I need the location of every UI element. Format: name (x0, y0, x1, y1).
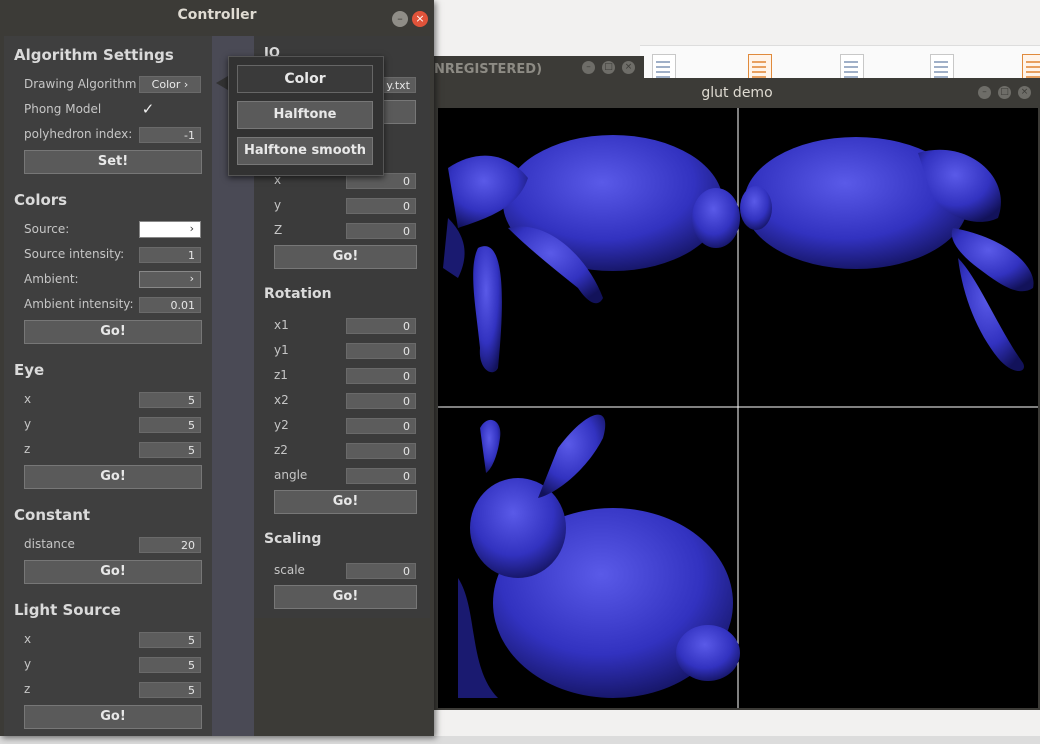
bunny-model-top-right (740, 137, 1034, 372)
colors-heading: Colors (14, 191, 68, 209)
light-y-input[interactable]: 5 (139, 657, 201, 673)
maximize-icon[interactable]: □ (998, 86, 1011, 99)
eye-heading: Eye (14, 361, 45, 379)
set-button[interactable]: Set! (24, 150, 202, 174)
chevron-right-icon: › (189, 272, 194, 285)
eye-z-label: z (24, 442, 31, 456)
rotation-y2-input[interactable]: 0 (346, 418, 416, 434)
close-icon[interactable]: × (412, 11, 428, 27)
option-color[interactable]: Color (237, 65, 373, 93)
rotation-z1-input[interactable]: 0 (346, 368, 416, 384)
distance-input[interactable]: 20 (139, 537, 201, 553)
ambient-color-picker[interactable]: › (139, 271, 201, 288)
maximize-icon[interactable]: □ (602, 61, 615, 74)
phong-model-checkbox[interactable]: ✓ (140, 101, 156, 117)
opengl-viewport[interactable] (438, 108, 1038, 708)
rotation-z2-label: z2 (274, 443, 288, 457)
algorithm-settings-heading: Algorithm Settings (14, 46, 174, 64)
minimize-icon[interactable]: – (392, 11, 408, 27)
popup-pointer (216, 76, 228, 90)
option-halftone-smooth[interactable]: Halftone smooth (237, 137, 373, 165)
rotation-x1-input[interactable]: 0 (346, 318, 416, 334)
ambient-intensity-label: Ambient intensity: (24, 297, 134, 311)
scale-label: scale (274, 563, 305, 577)
constant-go-button[interactable]: Go! (24, 560, 202, 584)
source-intensity-input[interactable]: 1 (139, 247, 201, 263)
polyhedron-index-input[interactable]: -1 (139, 127, 201, 143)
light-x-input[interactable]: 5 (139, 632, 201, 648)
light-y-label: y (24, 657, 32, 671)
rotation-x2-label: x2 (274, 393, 289, 407)
translation-z-input[interactable]: 0 (346, 223, 416, 239)
source-intensity-label: Source intensity: (24, 247, 125, 261)
rotation-heading: Rotation (264, 286, 332, 302)
source-color-label: Source: (24, 222, 70, 236)
render-view-svg (438, 108, 1038, 708)
rotation-go-button[interactable]: Go! (274, 490, 417, 514)
distance-label: distance (24, 537, 75, 551)
chevron-right-icon: › (189, 222, 194, 235)
option-halftone[interactable]: Halftone (237, 101, 373, 129)
polyhedron-index-label: polyhedron index: (24, 127, 133, 141)
desktop-bottom-bar (0, 736, 1040, 744)
light-source-heading: Light Source (14, 601, 121, 619)
light-go-button[interactable]: Go! (24, 705, 202, 729)
rotation-x1-label: x1 (274, 318, 289, 332)
glut-demo-window[interactable]: glut demo – □ × (434, 78, 1040, 710)
translation-y-input[interactable]: 0 (346, 198, 416, 214)
ambient-intensity-input[interactable]: 0.01 (139, 297, 201, 313)
eye-z-input[interactable]: 5 (139, 442, 201, 458)
chevron-right-icon: › (183, 78, 189, 91)
bunny-model-top-left (443, 135, 740, 373)
controller-window[interactable]: Controller – × Algorithm Settings Drawin… (0, 0, 434, 736)
eye-y-input[interactable]: 5 (139, 417, 201, 433)
controller-title: Controller (177, 7, 257, 23)
light-z-input[interactable]: 5 (139, 682, 201, 698)
drawing-algorithm-label: Drawing Algorithm (24, 77, 137, 91)
close-icon[interactable]: × (622, 61, 635, 74)
rotation-y1-label: y1 (274, 343, 289, 357)
translation-z-label: Z (274, 223, 283, 237)
rotation-y2-label: y2 (274, 418, 289, 432)
translation-go-button[interactable]: Go! (274, 245, 417, 269)
eye-x-label: x (24, 392, 32, 406)
eye-x-input[interactable]: 5 (139, 392, 201, 408)
minimize-icon[interactable]: – (582, 61, 595, 74)
ambient-color-label: Ambient: (24, 272, 79, 286)
rotation-z1-label: z1 (274, 368, 288, 382)
drawing-algorithm-select[interactable]: Color › (139, 76, 201, 93)
light-z-label: z (24, 682, 31, 696)
rotation-x2-input[interactable]: 0 (346, 393, 416, 409)
rotation-angle-input[interactable]: 0 (346, 468, 416, 484)
translation-y-label: y (274, 198, 282, 212)
drawing-algorithm-popup: Color Halftone Halftone smooth (228, 56, 384, 176)
rotation-y1-input[interactable]: 0 (346, 343, 416, 359)
scaling-heading: Scaling (264, 531, 322, 547)
scaling-go-button[interactable]: Go! (274, 585, 417, 609)
minimize-icon[interactable]: – (978, 86, 991, 99)
constant-heading: Constant (14, 506, 91, 524)
eye-go-button[interactable]: Go! (24, 465, 202, 489)
bunny-model-bottom-left (458, 414, 740, 698)
background-window-title: NREGISTERED) (434, 62, 543, 77)
close-icon[interactable]: × (1018, 86, 1031, 99)
eye-y-label: y (24, 417, 32, 431)
source-color-picker[interactable]: › (139, 221, 201, 238)
light-x-label: x (24, 632, 32, 646)
rotation-z2-input[interactable]: 0 (346, 443, 416, 459)
phong-model-label: Phong Model (24, 102, 102, 116)
rotation-angle-label: angle (274, 468, 308, 482)
colors-go-button[interactable]: Go! (24, 320, 202, 344)
drawing-algorithm-value: Color (151, 78, 181, 91)
scale-input[interactable]: 0 (346, 563, 416, 579)
glut-window-title: glut demo (701, 85, 773, 101)
